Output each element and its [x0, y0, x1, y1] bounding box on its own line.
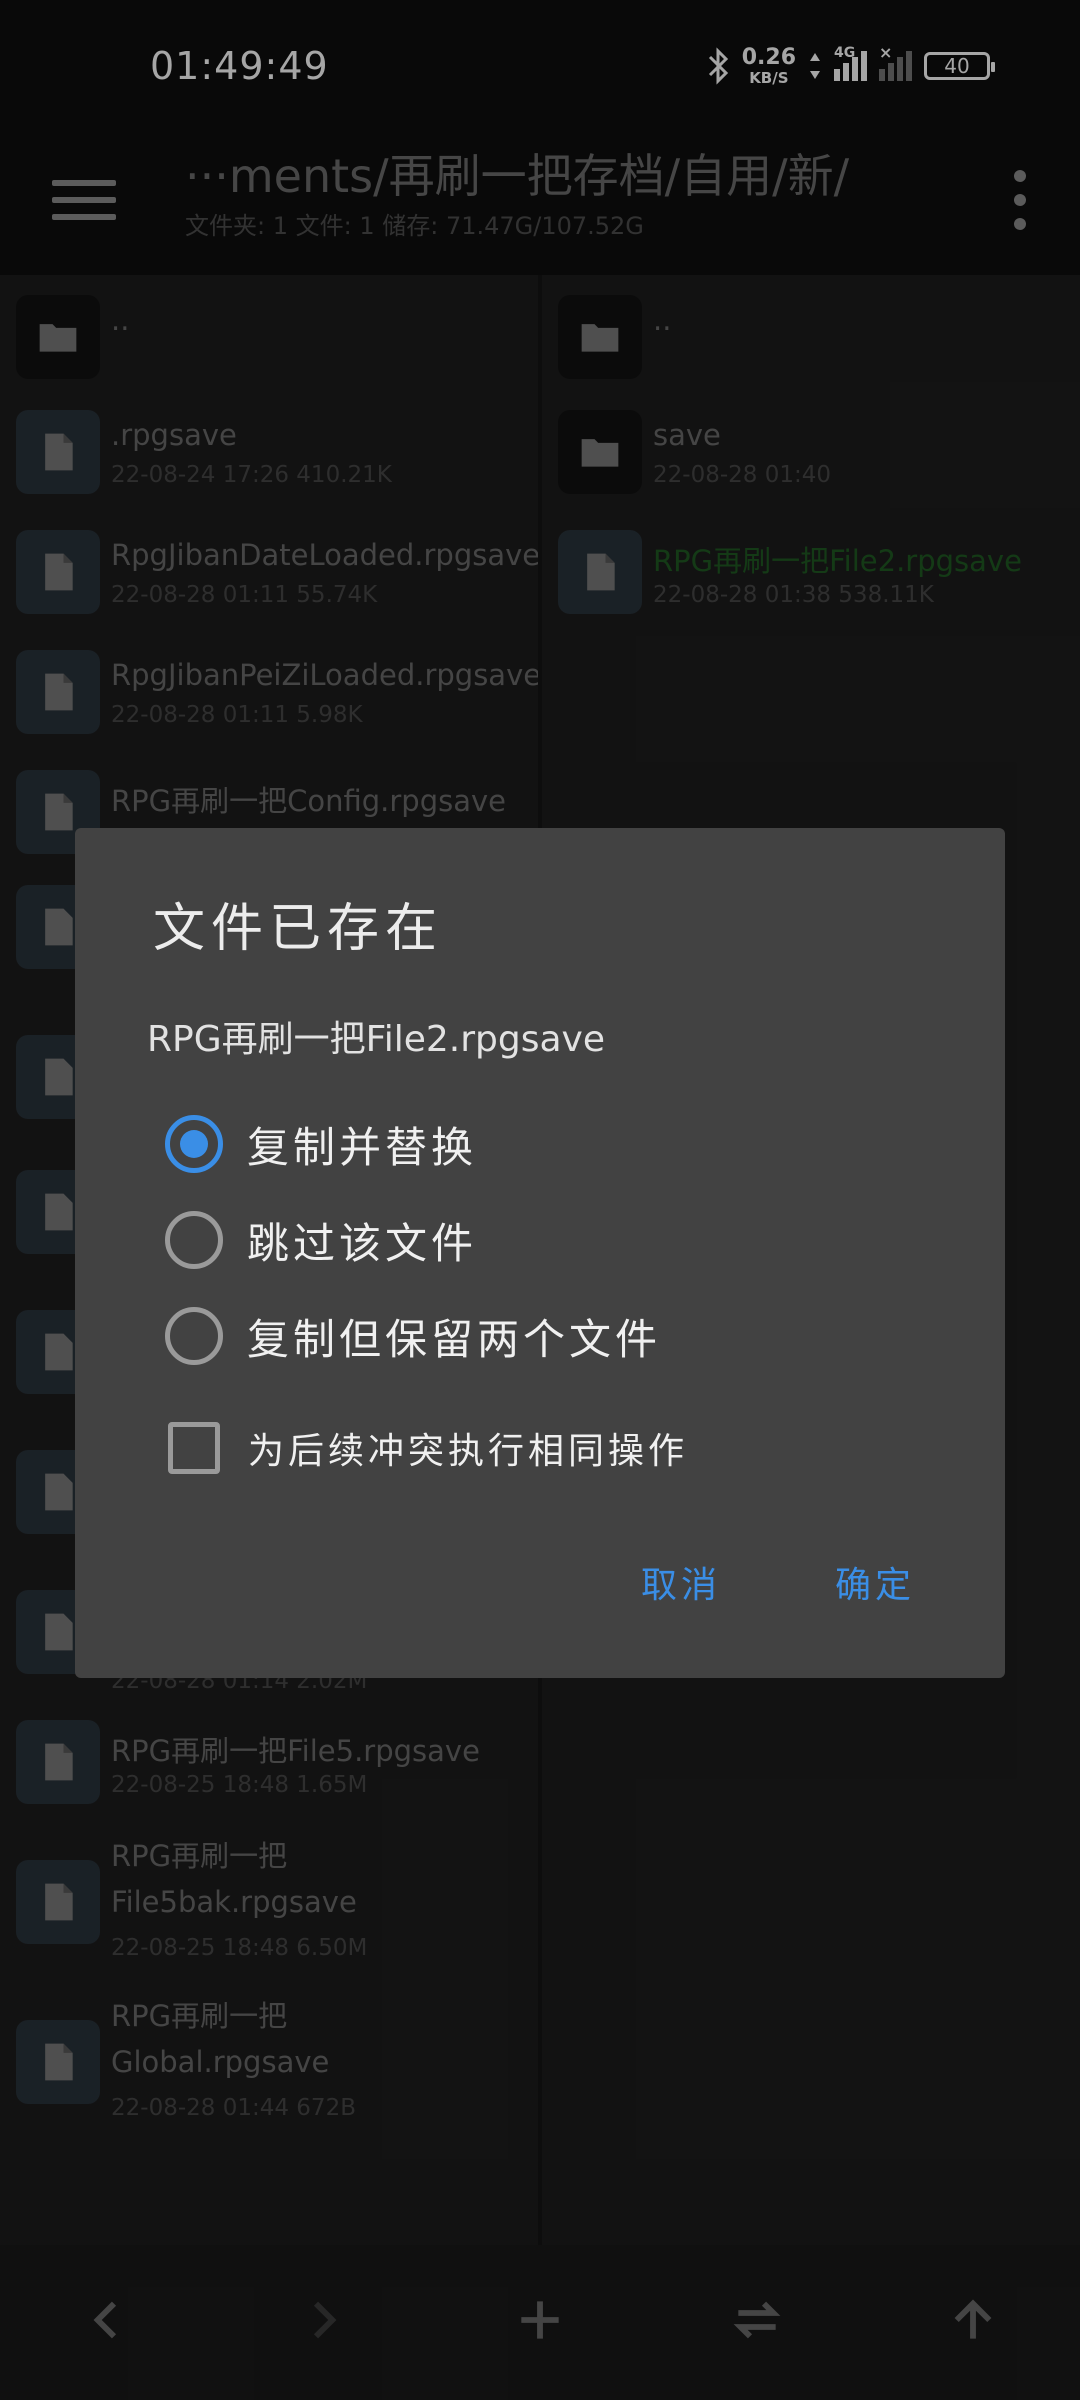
- apply-to-all-checkbox[interactable]: [168, 1422, 220, 1474]
- cancel-button[interactable]: 取消: [641, 1556, 721, 1608]
- option-keep-both[interactable]: 复制但保留两个文件: [165, 1304, 661, 1368]
- file-exists-dialog: 文件已存在 RPG再刷一把File2.rpgsave 复制并替换 跳过该文件 复…: [75, 828, 1005, 1678]
- apply-to-all-checkbox-row[interactable]: 为后续冲突执行相同操作: [165, 1416, 688, 1480]
- option-skip-file[interactable]: 跳过该文件: [165, 1208, 477, 1272]
- dialog-filename: RPG再刷一把File2.rpgsave: [147, 1019, 605, 1060]
- confirm-button[interactable]: 确定: [835, 1556, 915, 1608]
- dialog-title: 文件已存在: [153, 899, 444, 959]
- radio-selected[interactable]: [165, 1115, 223, 1173]
- radio-unselected[interactable]: [165, 1211, 223, 1269]
- radio-unselected[interactable]: [165, 1307, 223, 1365]
- option-copy-replace[interactable]: 复制并替换: [165, 1112, 477, 1176]
